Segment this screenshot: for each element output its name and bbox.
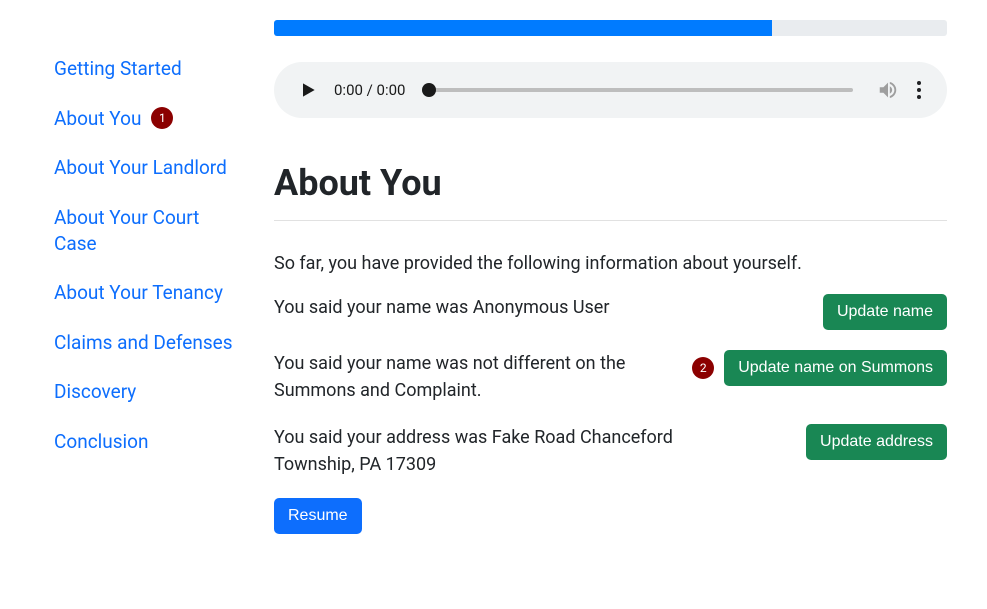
info-row-address: You said your address was Fake Road Chan… — [274, 424, 947, 478]
row-text: You said your name was Anonymous User — [274, 294, 609, 321]
intro-text: So far, you have provided the following … — [274, 253, 947, 274]
play-icon[interactable] — [298, 80, 318, 100]
annotation-badge-1: 1 — [151, 107, 173, 129]
progress-fill — [274, 20, 772, 36]
row-text: You said your address was Fake Road Chan… — [274, 424, 704, 478]
nav-item-claims-and-defenses[interactable]: Claims and Defenses — [54, 330, 240, 356]
more-options-icon[interactable] — [915, 81, 923, 99]
progress-bar — [274, 20, 947, 36]
update-name-on-summons-button[interactable]: Update name on Summons — [724, 350, 947, 386]
divider — [274, 220, 947, 221]
annotation-badge-2: 2 — [692, 357, 714, 379]
nav-label: About You — [54, 106, 141, 132]
nav-item-conclusion[interactable]: Conclusion — [54, 429, 240, 455]
audio-player: 0:00 / 0:00 — [274, 62, 947, 118]
nav-label: Getting Started — [54, 56, 182, 82]
nav-item-discovery[interactable]: Discovery — [54, 379, 240, 405]
nav-label: About Your Tenancy — [54, 280, 223, 306]
update-name-button[interactable]: Update name — [823, 294, 947, 330]
nav-label: About Your Court Case — [54, 205, 240, 256]
nav-item-getting-started[interactable]: Getting Started — [54, 56, 240, 82]
audio-seek-track[interactable] — [429, 88, 853, 92]
resume-button[interactable]: Resume — [274, 498, 362, 534]
row-text: You said your name was not different on … — [274, 350, 676, 404]
info-row-name: You said your name was Anonymous User Up… — [274, 294, 947, 330]
nav-label: Claims and Defenses — [54, 330, 233, 356]
nav-item-about-your-landlord[interactable]: About Your Landlord — [54, 155, 240, 181]
update-address-button[interactable]: Update address — [806, 424, 947, 460]
main-content: 0:00 / 0:00 About You So far, you have p… — [250, 20, 987, 609]
info-row-summons-name: You said your name was not different on … — [274, 350, 947, 404]
nav-item-about-your-tenancy[interactable]: About Your Tenancy — [54, 280, 240, 306]
volume-icon[interactable] — [877, 79, 899, 101]
page-title: About You — [274, 162, 947, 204]
nav-item-about-you[interactable]: About You 1 — [54, 106, 240, 132]
sidebar-nav: Getting Started About You 1 About Your L… — [0, 20, 250, 609]
nav-item-about-your-court-case[interactable]: About Your Court Case — [54, 205, 240, 256]
nav-label: Discovery — [54, 379, 136, 405]
audio-time-display: 0:00 / 0:00 — [334, 81, 405, 99]
nav-label: About Your Landlord — [54, 155, 227, 181]
audio-seek-thumb[interactable] — [422, 83, 436, 97]
nav-label: Conclusion — [54, 429, 149, 455]
